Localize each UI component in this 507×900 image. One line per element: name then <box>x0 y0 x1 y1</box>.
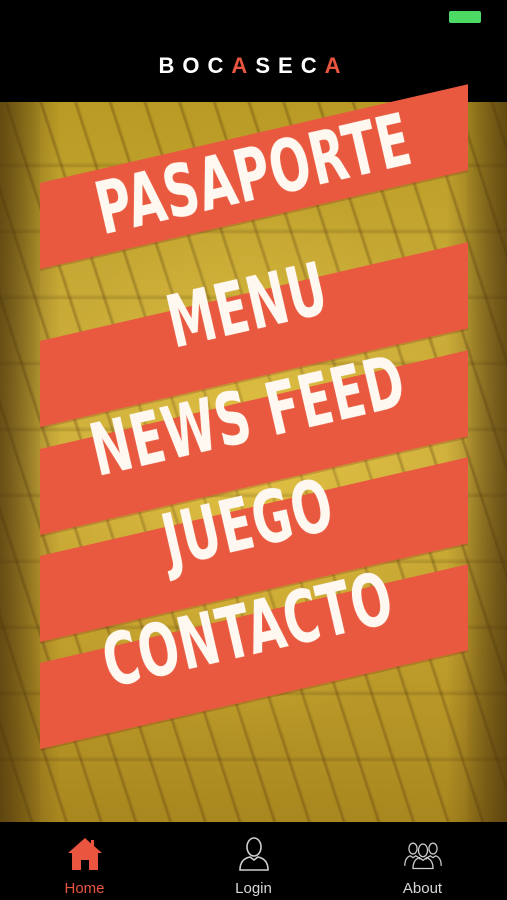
group-icon <box>403 834 443 874</box>
logo-letter: A <box>231 53 256 78</box>
app-logo: B O C A S E C A <box>159 53 349 79</box>
tab-bar: Home Login About <box>0 822 507 900</box>
logo-letter: S <box>255 53 278 78</box>
tab-label: About <box>402 880 443 897</box>
logo-letter: C <box>207 53 232 78</box>
logo-letter: E <box>278 53 301 78</box>
logo-letter: C <box>300 53 325 78</box>
status-bar <box>0 0 507 30</box>
tab-home[interactable]: Home <box>0 822 169 900</box>
logo-letter: A <box>324 53 349 78</box>
logo-letter: O <box>182 53 208 78</box>
logo-letter: B <box>158 53 183 78</box>
home-icon <box>65 834 105 874</box>
app-header: B O C A S E C A <box>0 30 507 102</box>
wood-frame-right <box>467 102 507 822</box>
user-icon <box>234 834 274 874</box>
tab-label: Login <box>235 880 272 897</box>
tab-about[interactable]: About <box>338 822 507 900</box>
tab-label: Home <box>64 880 105 897</box>
tab-login[interactable]: Login <box>169 822 338 900</box>
wood-frame-left <box>0 102 40 822</box>
battery-icon <box>449 11 481 23</box>
